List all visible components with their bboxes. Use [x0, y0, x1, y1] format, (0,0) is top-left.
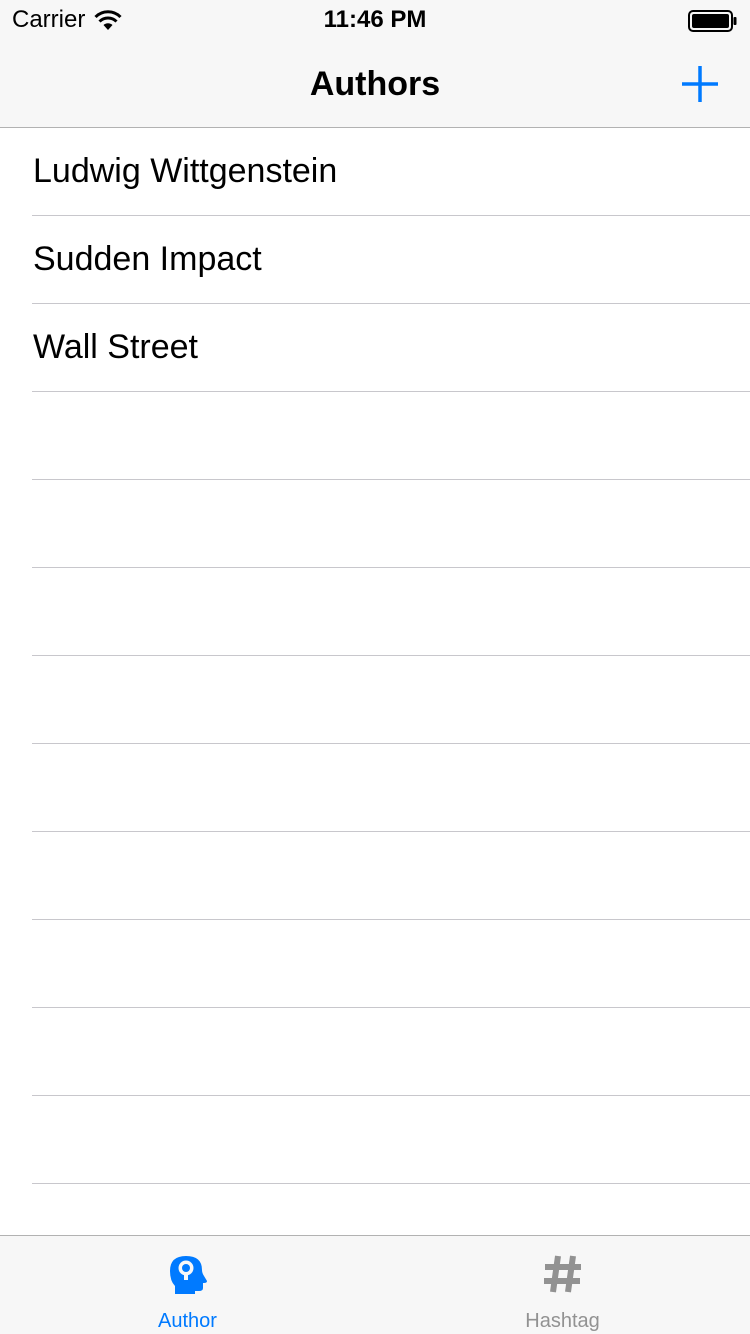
list-item-label: Ludwig Wittgenstein — [33, 152, 338, 190]
tab-author-label: Author — [158, 1310, 217, 1332]
empty-row — [0, 480, 750, 568]
list-item[interactable]: Ludwig Wittgenstein — [0, 128, 750, 216]
empty-row — [0, 1096, 750, 1184]
empty-row — [0, 1008, 750, 1096]
empty-row — [0, 392, 750, 480]
tab-bar: Author Hashtag — [0, 1235, 750, 1334]
add-author-button[interactable] — [672, 56, 728, 112]
list-item[interactable]: Sudden Impact — [0, 216, 750, 304]
tab-author[interactable]: Author — [0, 1236, 375, 1334]
empty-row — [0, 920, 750, 1008]
status-time: 11:46 PM — [323, 6, 427, 33]
screen: Carrier 11:46 PM Authors Ludwig Wittgens… — [0, 0, 750, 1334]
empty-row — [0, 744, 750, 832]
hashtag-icon — [541, 1252, 585, 1296]
head-icon — [166, 1252, 210, 1296]
page-title: Authors — [309, 65, 441, 103]
authors-list: Ludwig Wittgenstein Sudden Impact Wall S… — [0, 128, 750, 1235]
tab-hashtag-label: Hashtag — [525, 1310, 600, 1332]
status-bar: Carrier 11:46 PM — [0, 0, 750, 40]
plus-icon — [672, 56, 728, 112]
navigation-bar: Authors — [0, 40, 750, 128]
empty-row — [0, 568, 750, 656]
list-item-label: Sudden Impact — [33, 240, 262, 278]
battery-icon — [688, 10, 738, 32]
empty-row — [0, 832, 750, 920]
row-separator — [32, 1183, 750, 1184]
list-item-label: Wall Street — [33, 328, 199, 366]
list-item[interactable]: Wall Street — [0, 304, 750, 392]
tab-hashtag[interactable]: Hashtag — [375, 1236, 750, 1334]
empty-row — [0, 656, 750, 744]
